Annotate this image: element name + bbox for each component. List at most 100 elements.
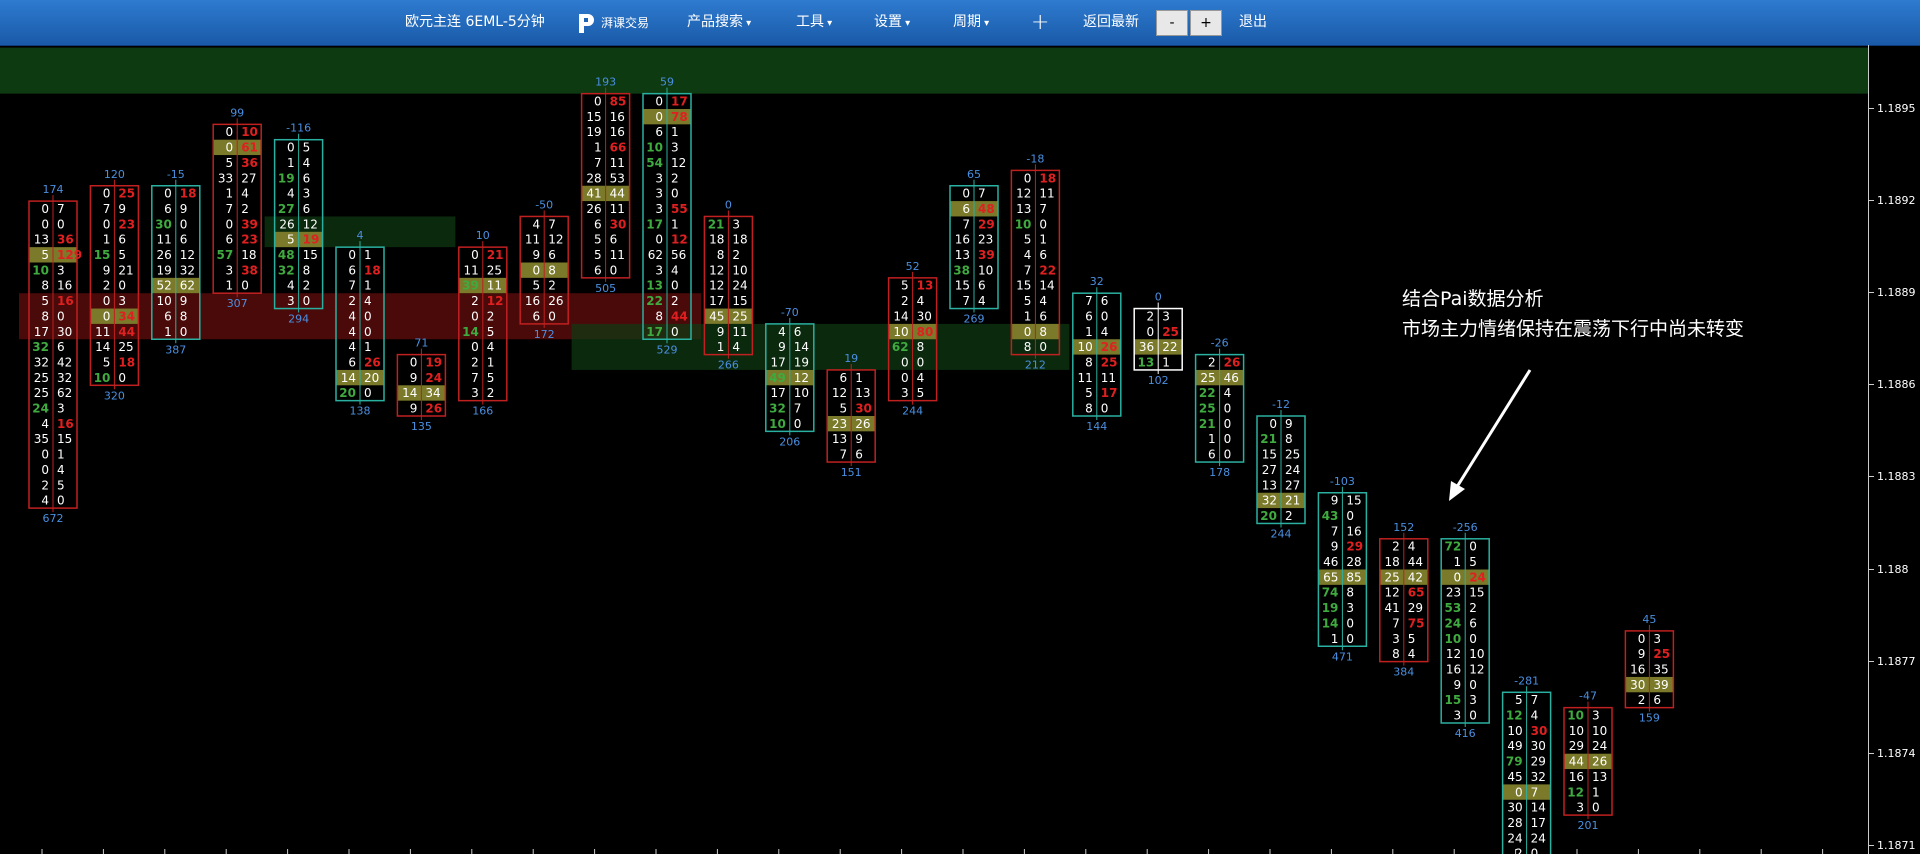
ask-volume: 0 — [1469, 540, 1477, 554]
ask-volume: 4 — [1408, 540, 1416, 554]
ask-volume: 12 — [548, 233, 563, 247]
bid-volume: 0 — [962, 187, 970, 201]
ask-volume: 18 — [1039, 171, 1056, 185]
ask-volume: 15 — [1346, 494, 1361, 508]
footprint-bar[interactable]: 10 310 1029 2444 2616 1312 13 0-47201 — [1563, 690, 1613, 832]
back-latest-button[interactable]: 返回最新 — [1083, 0, 1139, 45]
paike-logo[interactable]: 湃课交易 — [575, 11, 655, 35]
ask-volume: 0 — [364, 386, 372, 400]
crosshair-icon[interactable]: + — [1031, 0, 1049, 45]
menu-product-search[interactable]: 产品搜索 — [687, 0, 751, 45]
bid-volume: 5 — [1515, 693, 1523, 707]
ask-volume: 1 — [1592, 785, 1600, 799]
ask-volume: 48 — [978, 202, 995, 216]
bid-volume: 5 — [1085, 386, 1093, 400]
ask-volume: 2 — [1285, 509, 1293, 523]
ask-volume: 0 — [57, 494, 65, 508]
ask-volume: 1 — [1162, 355, 1170, 369]
bar-delta-label: 59 — [660, 76, 674, 89]
ask-volume: 56 — [671, 248, 686, 262]
bid-volume: 0 — [533, 263, 541, 277]
bar-delta-label: -26 — [1211, 337, 1229, 350]
ask-volume: 12 — [1469, 662, 1484, 676]
ask-volume: 6 — [794, 325, 802, 339]
ask-volume: 4 — [364, 294, 372, 308]
ask-volume: 0 — [118, 279, 126, 293]
footprint-bar[interactable]: 5 712 410 3049 3079 2945 320 730 1428 1724 242 0-28… — [1501, 674, 1552, 854]
bid-volume: 0 — [103, 309, 111, 323]
bid-volume: 6 — [348, 355, 356, 369]
menu-tools[interactable]: 工具 — [796, 0, 832, 45]
bid-volume: 11 — [157, 233, 172, 247]
bar-volume-label: 384 — [1393, 666, 1414, 679]
ask-volume: 27 — [241, 171, 256, 185]
bid-volume: 22 — [646, 294, 663, 308]
bid-volume: 9 — [778, 340, 786, 354]
ask-volume: 3 — [118, 294, 126, 308]
bid-volume: 0 — [901, 371, 909, 385]
bid-volume: 0 — [164, 187, 172, 201]
footprint-bar[interactable]: 2 30 25 36 22 13 1 0 102 — [1133, 291, 1183, 387]
ask-volume: 18 — [241, 248, 256, 262]
footprint-bar[interactable]: 0 921 815 2527 2413 2732 2120 2-12244 — [1256, 398, 1306, 540]
ask-volume: 4 — [917, 294, 925, 308]
bid-volume: 41 — [586, 187, 601, 201]
bid-volume: 12 — [1385, 586, 1400, 600]
ask-volume: 10 — [978, 263, 993, 277]
bid-volume: 11 — [95, 325, 110, 339]
bid-volume: 7 — [1024, 263, 1032, 277]
bid-volume: 5 — [41, 248, 49, 262]
bar-delta-label: -116 — [286, 122, 311, 135]
ask-volume: 5 — [487, 325, 495, 339]
bar-delta-label: 152 — [1393, 521, 1414, 534]
ask-volume: 6 — [1039, 309, 1047, 323]
footprint-chart[interactable]: 0 70 013 365 12910 38 165 168 017 3032 632 4225 3225… — [0, 45, 1868, 854]
footprint-bar[interactable]: 2 418 4425 4212 6541 297 753 58 4152384 — [1379, 521, 1429, 679]
footprint-bar[interactable]: 0 70 013 365 12910 38 165 168 017 3032 632 4225 3225… — [28, 183, 82, 525]
bid-volume: 17 — [771, 386, 786, 400]
ask-volume: 0 — [1346, 616, 1354, 630]
footprint-bar[interactable]: 0 100 615 3633 271 47 20 396 2357 183 381 099307 — [212, 106, 262, 310]
footprint-bar[interactable]: 2 2625 4622 425 021 01 06 0-26178 — [1194, 337, 1245, 479]
ask-volume: 21 — [118, 263, 133, 277]
footprint-bar[interactable]: 0 8515 1619 161 667 1128 5341 4426 116 305 65 116 01… — [580, 76, 631, 295]
bid-volume: 0 — [471, 248, 479, 262]
bar-delta-label: 193 — [595, 76, 616, 89]
exit-button[interactable]: 退出 — [1239, 0, 1267, 45]
ask-volume: 27 — [1285, 478, 1300, 492]
bid-volume: 54 — [646, 156, 663, 170]
ask-volume: 4 — [1531, 709, 1539, 723]
ask-volume: 35 — [1653, 662, 1668, 676]
ask-volume: 7 — [1531, 785, 1539, 799]
ask-volume: 8 — [1039, 325, 1047, 339]
footprint-bar[interactable]: 5 132 414 3010 8062 80 00 43 552244 — [887, 260, 938, 418]
footprint-bar[interactable]: 72 01 50 2423 1553 224 610 012 1016 129 015 33 0-256… — [1440, 521, 1490, 740]
bid-volume: 7 — [840, 448, 848, 462]
price-axis[interactable]: 1.1895 1.1892 1.1889 1.1886 1.1883 1.188 1.187… — [1868, 45, 1920, 854]
footprint-bar[interactable]: 0 257 90 231 615 59 212 00 30 3411 4414 255 1810 0120… — [89, 168, 140, 403]
ask-volume: 0 — [671, 279, 679, 293]
ask-volume: 19 — [794, 355, 809, 369]
bid-volume: 3 — [287, 294, 295, 308]
zoom-out-button[interactable]: - — [1156, 10, 1188, 36]
footprint-bar[interactable]: 9 1543 07 169 2946 2865 8574 819 314 01 0-103471 — [1317, 475, 1368, 664]
zoom-in-button[interactable]: + — [1190, 10, 1222, 36]
footprint-bar[interactable]: 0 76 487 2916 2313 3938 1015 67 465269 — [949, 168, 999, 326]
footprint-bar[interactable]: 0 19 9 24 14 34 9 26 71 135 — [396, 337, 447, 433]
menu-period[interactable]: 周期 — [953, 0, 989, 45]
bar-volume-label: 416 — [1455, 727, 1476, 740]
footprint-bar[interactable]: 0 39 2516 3530 392 645159 — [1624, 613, 1675, 725]
menu-settings[interactable]: 设置 — [874, 0, 910, 45]
ask-volume: 0 — [671, 187, 679, 201]
ask-volume: 1 — [364, 340, 372, 354]
bid-volume: 17 — [646, 217, 663, 231]
bid-volume: 1 — [226, 279, 234, 293]
ask-volume: 8 — [180, 309, 188, 323]
ask-volume: 44 — [610, 187, 625, 201]
ask-volume: 23 — [241, 233, 258, 247]
ask-volume: 5 — [57, 478, 65, 492]
footprint-bar[interactable]: 7 66 01 410 268 2511 115 178 032144 — [1072, 275, 1122, 433]
footprint-bar[interactable]: 0 1812 1113 710 05 14 67 2215 145 41 60 88 0-18212 — [1010, 152, 1061, 372]
footprint-bar[interactable]: 6 112 135 3023 2613 97 619151 — [826, 352, 876, 479]
ask-volume: 6 — [303, 171, 311, 185]
